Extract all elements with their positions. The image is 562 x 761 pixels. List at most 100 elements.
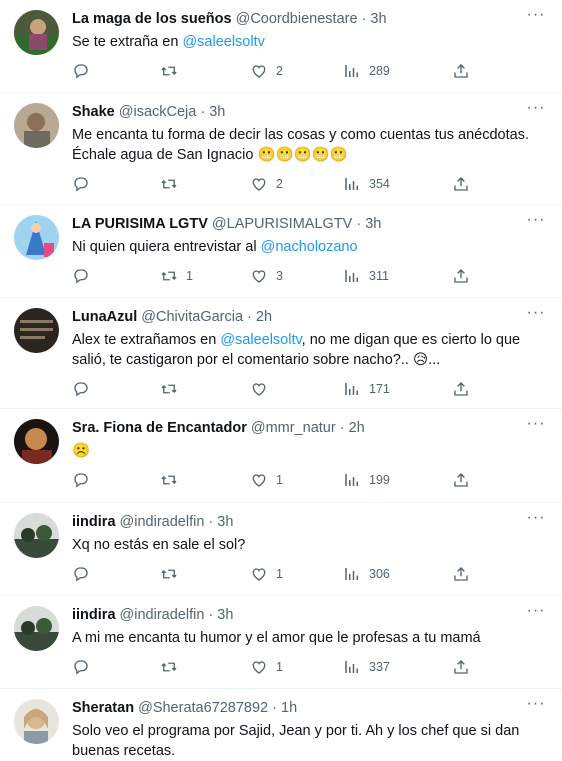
views-button[interactable]: 199 bbox=[343, 470, 390, 490]
tweet[interactable]: ··· Sheratan @Sherata67287892 · 1h Solo … bbox=[0, 689, 562, 761]
author-name[interactable]: Sheratan bbox=[72, 700, 134, 716]
emoji-sad: 😥 bbox=[412, 352, 429, 368]
author-name[interactable]: iindira bbox=[72, 514, 116, 530]
tweet[interactable]: ··· Sra. Fiona de Encantador @mmr_natur … bbox=[0, 409, 562, 503]
author-name[interactable]: LunaAzul bbox=[72, 309, 137, 325]
author-handle[interactable]: @mmr_natur bbox=[251, 420, 336, 436]
retweet-button[interactable] bbox=[160, 564, 186, 584]
views-button[interactable]: 311 bbox=[343, 266, 389, 286]
like-button[interactable]: 3 bbox=[250, 266, 283, 286]
tweet[interactable]: ··· Shake @isackCeja · 3h Me encanta tu … bbox=[0, 93, 562, 205]
tweet[interactable]: ··· iindira @indiradelfin · 3h Xq no est… bbox=[0, 503, 562, 596]
retweet-icon bbox=[161, 271, 177, 281]
tweet-time[interactable]: 3h bbox=[365, 216, 381, 232]
views-button[interactable]: 354 bbox=[343, 174, 390, 194]
views-icon bbox=[345, 568, 358, 580]
tweet[interactable]: ··· iindira @indiradelfin · 3h A mi me e… bbox=[0, 596, 562, 689]
tweet-time[interactable]: 3h bbox=[370, 11, 386, 27]
views-button[interactable]: 171 bbox=[343, 379, 390, 399]
tweet-text: Alex te extrañamos en @saleelsoltv, no m… bbox=[72, 330, 546, 370]
like-button[interactable]: 1 bbox=[250, 470, 283, 490]
views-button[interactable]: 289 bbox=[343, 61, 390, 81]
author-name[interactable]: LA PURISIMA LGTV bbox=[72, 216, 208, 232]
reply-button[interactable] bbox=[72, 61, 98, 81]
tweet-time[interactable]: 2h bbox=[256, 309, 272, 325]
more-icon[interactable]: ··· bbox=[526, 603, 546, 624]
like-button[interactable]: 1 bbox=[250, 564, 283, 584]
author-handle[interactable]: @indiradelfin bbox=[120, 514, 205, 530]
more-icon[interactable]: ··· bbox=[526, 7, 546, 28]
author-name[interactable]: Sra. Fiona de Encantador bbox=[72, 420, 247, 436]
retweet-button[interactable] bbox=[160, 174, 186, 194]
retweet-button[interactable] bbox=[160, 379, 186, 399]
tweet-time[interactable]: 3h bbox=[209, 104, 225, 120]
reply-button[interactable] bbox=[72, 379, 98, 399]
more-icon[interactable]: ··· bbox=[526, 416, 546, 437]
share-button[interactable] bbox=[452, 266, 470, 286]
like-button[interactable]: 1 bbox=[250, 657, 283, 677]
avatar[interactable] bbox=[14, 10, 59, 55]
more-icon[interactable]: ··· bbox=[526, 696, 546, 717]
more-icon[interactable]: ··· bbox=[526, 510, 546, 531]
mention-link[interactable]: @saleelsoltv bbox=[182, 34, 264, 50]
author-handle[interactable]: @Coordbienestare bbox=[236, 11, 358, 27]
share-icon bbox=[454, 64, 468, 78]
more-icon[interactable]: ··· bbox=[526, 212, 546, 233]
author-handle[interactable]: @ChivitaGarcia bbox=[141, 309, 243, 325]
mention-link[interactable]: @saleelsoltv bbox=[220, 332, 301, 348]
author-name[interactable]: La maga de los sueños bbox=[72, 11, 232, 27]
tweet[interactable]: ··· La maga de los sueños @Coordbienesta… bbox=[0, 0, 562, 93]
reply-button[interactable] bbox=[72, 266, 98, 286]
share-button[interactable] bbox=[452, 379, 470, 399]
retweet-icon bbox=[161, 179, 177, 189]
share-button[interactable] bbox=[452, 61, 470, 81]
avatar[interactable] bbox=[14, 419, 59, 464]
tweet[interactable]: ··· LunaAzul @ChivitaGarcia · 2h Alex te… bbox=[0, 298, 562, 409]
like-button[interactable] bbox=[250, 379, 276, 399]
avatar[interactable] bbox=[14, 606, 59, 651]
share-icon bbox=[454, 660, 468, 674]
more-icon[interactable]: ··· bbox=[526, 305, 546, 326]
retweet-button[interactable] bbox=[160, 470, 186, 490]
views-button[interactable]: 306 bbox=[343, 564, 390, 584]
tweet-time[interactable]: 1h bbox=[281, 700, 297, 716]
view-count: 306 bbox=[369, 567, 390, 581]
share-button[interactable] bbox=[452, 657, 470, 677]
author-handle[interactable]: @LAPURISIMALGTV bbox=[212, 216, 352, 232]
tweet-time[interactable]: 2h bbox=[349, 420, 365, 436]
avatar[interactable] bbox=[14, 103, 59, 148]
reply-button[interactable] bbox=[72, 564, 98, 584]
tweet-time[interactable]: 3h bbox=[217, 607, 233, 623]
avatar[interactable] bbox=[14, 699, 59, 744]
reply-button[interactable] bbox=[72, 470, 98, 490]
share-button[interactable] bbox=[452, 470, 470, 490]
tweet-time[interactable]: 3h bbox=[217, 514, 233, 530]
reply-button[interactable] bbox=[72, 174, 98, 194]
view-count: 311 bbox=[369, 269, 389, 283]
views-button[interactable]: 337 bbox=[343, 657, 390, 677]
like-button[interactable]: 2 bbox=[250, 174, 283, 194]
tweet[interactable]: ··· LA PURISIMA LGTV @LAPURISIMALGTV · 3… bbox=[0, 205, 562, 298]
like-button[interactable]: 2 bbox=[250, 61, 283, 81]
share-button[interactable] bbox=[452, 174, 470, 194]
views-icon bbox=[345, 474, 358, 486]
more-icon[interactable]: ··· bbox=[526, 100, 546, 121]
author-name[interactable]: Shake bbox=[72, 104, 115, 120]
retweet-button[interactable]: 1 bbox=[160, 266, 193, 286]
author-handle[interactable]: @indiradelfin bbox=[120, 607, 205, 623]
reply-button[interactable] bbox=[72, 657, 98, 677]
author-handle[interactable]: @isackCeja bbox=[119, 104, 197, 120]
retweet-button[interactable] bbox=[160, 61, 186, 81]
author-name[interactable]: iindira bbox=[72, 607, 116, 623]
author-handle[interactable]: @Sherata67287892 bbox=[138, 700, 268, 716]
avatar[interactable] bbox=[14, 513, 59, 558]
view-count: 289 bbox=[369, 64, 390, 78]
mention-link[interactable]: @nacholozano bbox=[261, 239, 358, 255]
avatar[interactable] bbox=[14, 308, 59, 353]
views-icon bbox=[345, 65, 358, 77]
share-icon bbox=[454, 382, 468, 396]
views-icon bbox=[345, 270, 358, 282]
share-button[interactable] bbox=[452, 564, 470, 584]
avatar[interactable] bbox=[14, 215, 59, 260]
retweet-button[interactable] bbox=[160, 657, 186, 677]
